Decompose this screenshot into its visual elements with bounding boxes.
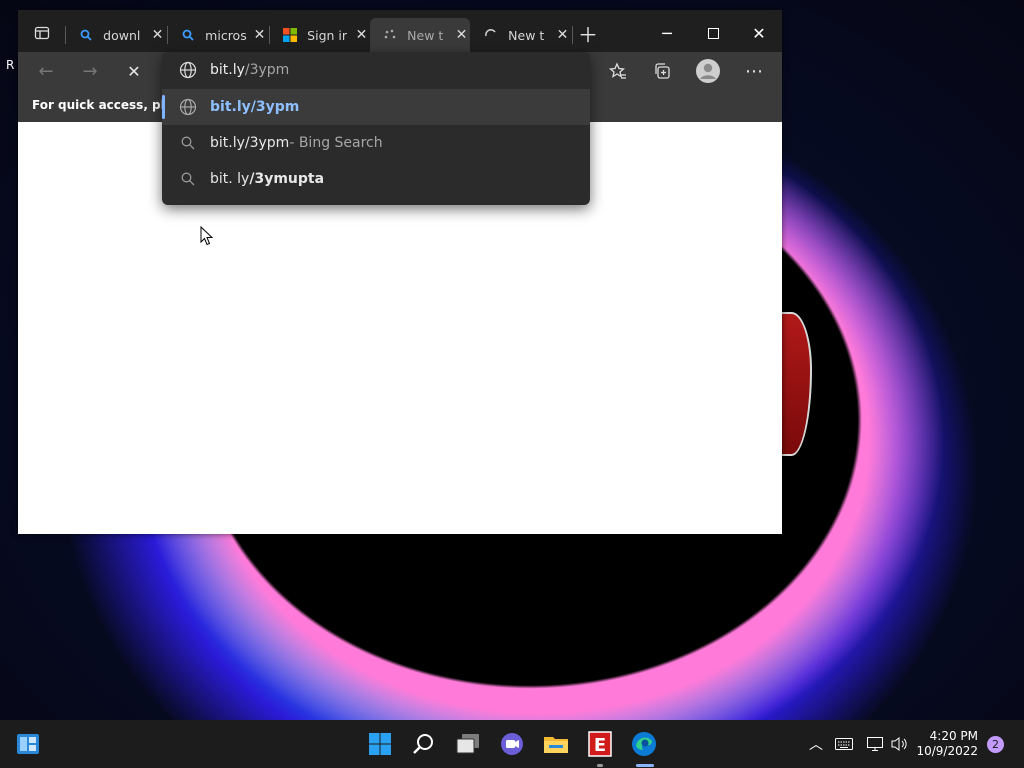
suggestion-text: bit.ly/3ypm (210, 99, 300, 115)
svg-text:E: E (594, 735, 606, 756)
search-icon (78, 27, 93, 43)
keyboard-icon[interactable] (828, 728, 860, 760)
app-e-icon[interactable]: E (584, 728, 616, 760)
clock-date: 10/9/2022 (916, 744, 978, 758)
search-icon (178, 133, 198, 153)
minimize-button[interactable]: ─ (644, 20, 690, 46)
volume-icon[interactable] (884, 728, 916, 760)
tab-new-tab[interactable]: New t ✕ (471, 18, 571, 52)
start-button[interactable] (364, 728, 396, 760)
close-tab-icon[interactable]: ✕ (149, 27, 166, 43)
globe-icon (178, 97, 198, 117)
tab-label: downl (103, 27, 141, 43)
close-tab-icon[interactable]: ✕ (453, 27, 470, 43)
profile-avatar[interactable] (690, 52, 726, 90)
loading-icon (382, 27, 397, 43)
search-icon (180, 27, 195, 43)
address-bar-dropdown: bit.ly/3ypm bit.ly/3ypm bit.ly/3ypm - Bi… (162, 52, 590, 205)
microsoft-logo-icon (282, 27, 297, 43)
file-explorer-icon[interactable] (540, 728, 572, 760)
more-options-icon[interactable]: ⋯ (736, 52, 772, 90)
tab-label: micros (205, 27, 247, 43)
mouse-cursor-icon (200, 226, 214, 246)
widgets-icon[interactable] (12, 728, 44, 760)
collections-icon[interactable] (644, 52, 680, 90)
tab-actions-icon[interactable] (24, 16, 60, 50)
close-tab-icon[interactable]: ✕ (554, 27, 571, 43)
address-typed-text: bit.ly (210, 62, 245, 78)
active-app-indicator (636, 764, 654, 767)
suggestion-item[interactable]: bit.ly/3ypm - Bing Search (162, 125, 590, 161)
tab-label: Sign ir (307, 27, 348, 43)
task-view-icon[interactable] (452, 728, 484, 760)
back-button[interactable]: ← (28, 52, 64, 90)
address-bar-input[interactable]: bit.ly/3ypm (162, 52, 590, 88)
suggestion-text: bit.ly/3ypm (210, 135, 290, 151)
close-tab-icon[interactable]: ✕ (353, 27, 370, 43)
tab-label: New t (407, 27, 444, 43)
forward-button[interactable]: → (72, 52, 108, 90)
tab-label: New t (508, 27, 545, 43)
teams-chat-icon[interactable] (496, 728, 528, 760)
globe-icon (178, 60, 198, 80)
tab-new-tab-active[interactable]: New t ✕ (370, 18, 470, 52)
address-autocomplete-text: /3ypm (244, 62, 290, 78)
desktop-partial-label: R (6, 58, 15, 72)
suggestion-prefix: bit. ly (210, 171, 250, 187)
taskbar: E ︿ 4:20 PM 10/9/2022 (0, 720, 1024, 768)
favorites-icon[interactable] (600, 52, 636, 90)
running-app-indicator (597, 764, 603, 767)
close-tab-icon[interactable]: ✕ (251, 27, 268, 43)
suggestion-item[interactable]: bit.ly/3ypm (162, 89, 590, 125)
title-bar: downl ✕ micros ✕ Sign ir ✕ New t ✕ New t… (18, 10, 782, 52)
clock-time: 4:20 PM (929, 729, 978, 743)
tab-sign-in[interactable]: Sign ir ✕ (270, 18, 370, 52)
suggestion-item[interactable]: bit. ly/3ymupta (162, 161, 590, 197)
loading-icon (483, 27, 498, 43)
search-icon (178, 169, 198, 189)
edge-browser-taskbar-icon[interactable] (628, 728, 660, 760)
close-window-button[interactable]: ✕ (736, 20, 782, 46)
stop-loading-button[interactable]: ✕ (116, 52, 152, 90)
search-icon[interactable] (408, 728, 440, 760)
suggestion-suffix: - Bing Search (289, 135, 383, 151)
notification-badge[interactable]: 2 (987, 736, 1004, 753)
suggestion-text: /3ymupta (249, 171, 325, 187)
maximize-button[interactable] (690, 20, 736, 46)
tab-downloads[interactable]: downl ✕ (66, 18, 166, 52)
system-clock[interactable]: 4:20 PM 10/9/2022 (916, 729, 978, 759)
new-tab-button[interactable]: ＋ (570, 16, 606, 50)
tab-microsoft[interactable]: micros ✕ (168, 18, 268, 52)
